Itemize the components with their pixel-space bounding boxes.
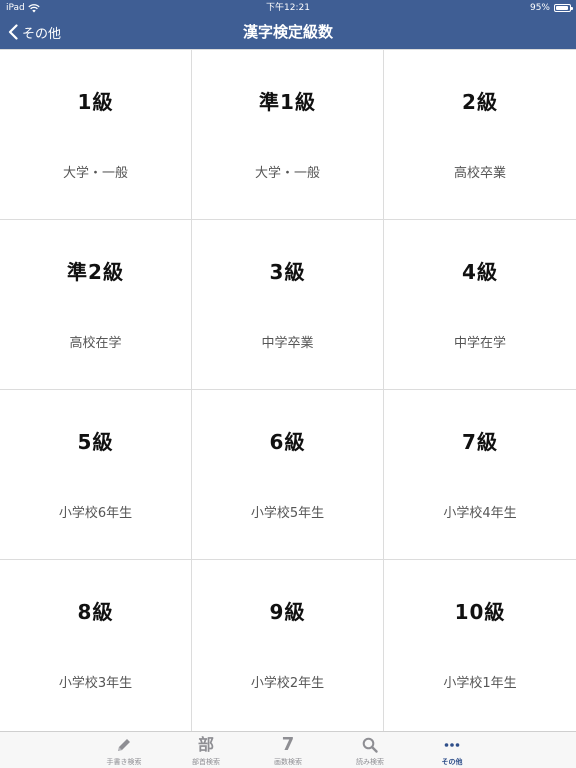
tab-radical-search[interactable]: 部 部首検索 xyxy=(165,732,247,768)
grade-level: 6級 xyxy=(269,430,306,454)
screen: iPad 下午12:21 95% その他 漢字検定級数 1級 大学・一般 準1級… xyxy=(0,0,576,768)
tab-label: 部首検索 xyxy=(192,758,220,766)
grade-cell[interactable]: 7級 小学校4年生 xyxy=(384,390,576,560)
grade-cell[interactable]: 準1級 大学・一般 xyxy=(192,50,384,220)
tab-stroke-count-search[interactable]: 7 画数検索 xyxy=(247,732,329,768)
grade-cell[interactable]: 9級 小学校2年生 xyxy=(192,560,384,732)
tab-label: その他 xyxy=(441,758,463,766)
grade-description: 小学校1年生 xyxy=(443,676,517,691)
grade-cell[interactable]: 6級 小学校5年生 xyxy=(192,390,384,560)
grade-level: 10級 xyxy=(454,600,506,624)
grade-level: 準2級 xyxy=(67,260,124,284)
tab-label: 読み検索 xyxy=(356,758,384,766)
grade-cell[interactable]: 1級 大学・一般 xyxy=(0,50,192,220)
magnifier-icon xyxy=(362,737,378,753)
grade-description: 小学校3年生 xyxy=(58,676,133,691)
tab-reading-search[interactable]: 読み検索 xyxy=(329,732,411,768)
grade-description: 中学在学 xyxy=(453,336,506,351)
pencil-icon xyxy=(118,739,130,751)
grade-cell[interactable]: 2級 高校卒業 xyxy=(384,50,576,220)
grade-grid: 1級 大学・一般 準1級 大学・一般 2級 高校卒業 準2級 高校在学 3級 中… xyxy=(0,49,576,732)
grade-description: 中学卒業 xyxy=(261,336,314,351)
status-bar: iPad 下午12:21 95% xyxy=(0,0,576,16)
grade-level: 3級 xyxy=(269,260,306,284)
grade-level: 準1級 xyxy=(259,90,316,114)
grade-description: 小学校5年生 xyxy=(250,506,325,521)
grade-description: 小学校6年生 xyxy=(58,506,133,521)
tab-label: 手書き検索 xyxy=(106,758,142,766)
grade-description: 大学・一般 xyxy=(254,166,320,181)
tab-bar: 手書き検索 部 部首検索 7 画数検索 読み検索 その他 xyxy=(0,731,576,768)
radical-icon: 部 xyxy=(197,735,214,754)
more-icon xyxy=(444,743,460,747)
grade-cell[interactable]: 5級 小学校6年生 xyxy=(0,390,192,560)
grade-level: 4級 xyxy=(462,260,498,284)
grade-cell[interactable]: 3級 中学卒業 xyxy=(192,220,384,390)
battery-percent: 95% xyxy=(529,3,550,13)
grade-cell[interactable]: 10級 小学校1年生 xyxy=(384,560,576,732)
grade-cell[interactable]: 準2級 高校在学 xyxy=(0,220,192,390)
grade-level: 5級 xyxy=(77,430,114,454)
top-bar: iPad 下午12:21 95% その他 漢字検定級数 xyxy=(0,0,576,49)
page-title: 漢字検定級数 xyxy=(242,23,333,41)
grade-description: 大学・一般 xyxy=(62,166,128,181)
status-time: 下午12:21 xyxy=(266,3,310,13)
navigation-bar: その他 漢字検定級数 xyxy=(0,16,576,49)
grade-cell[interactable]: 8級 小学校3年生 xyxy=(0,560,192,732)
grade-level: 7級 xyxy=(462,430,498,454)
grade-cell[interactable]: 4級 中学在学 xyxy=(384,220,576,390)
grade-description: 高校卒業 xyxy=(453,166,506,181)
grade-level: 2級 xyxy=(462,90,498,114)
grade-description: 小学校4年生 xyxy=(443,506,517,521)
grade-description: 小学校2年生 xyxy=(250,676,325,691)
grade-level: 1級 xyxy=(77,90,114,114)
battery-icon xyxy=(554,4,573,12)
tab-more[interactable]: その他 xyxy=(411,732,493,768)
grade-description: 高校在学 xyxy=(69,336,122,351)
stroke-count-icon: 7 xyxy=(281,734,295,755)
grade-level: 8級 xyxy=(77,600,114,624)
grade-level: 9級 xyxy=(269,600,306,624)
tab-label: 画数検索 xyxy=(274,758,302,766)
tab-handwriting-search[interactable]: 手書き検索 xyxy=(83,732,165,768)
